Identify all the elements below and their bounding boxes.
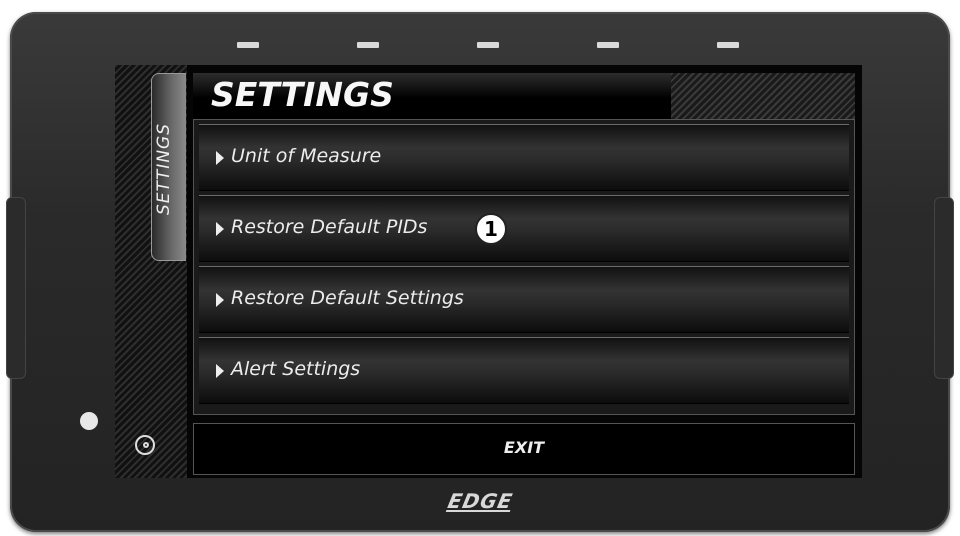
indicator-led-3 <box>477 42 499 48</box>
indicator-led-2 <box>357 42 379 48</box>
side-tab-label: SETTINGS <box>154 123 174 215</box>
light-sensor <box>80 412 98 430</box>
gauge-icon[interactable] <box>135 435 155 455</box>
menu-item-restore-default-pids[interactable]: Restore Default PIDs <box>199 195 849 262</box>
indicator-led-4 <box>597 42 619 48</box>
menu-item-label: Restore Default Settings <box>231 287 464 309</box>
display-screen: SETTINGS SETTINGS Unit of Measure Restor… <box>115 65 862 478</box>
title-bar-hatch <box>671 73 855 119</box>
triangle-right-icon <box>216 222 224 236</box>
menu-item-alert-settings[interactable]: Alert Settings <box>199 337 849 404</box>
brand-logo: EDGE <box>436 488 524 514</box>
exit-label: EXIT <box>503 438 545 457</box>
menu-item-label: Unit of Measure <box>231 145 382 167</box>
menu-item-unit-of-measure[interactable]: Unit of Measure <box>199 124 849 191</box>
page-title: SETTINGS <box>211 75 394 114</box>
left-side-button <box>6 197 26 379</box>
exit-button[interactable]: EXIT <box>193 423 855 475</box>
triangle-right-icon <box>216 293 224 307</box>
menu-item-label: Alert Settings <box>231 358 361 380</box>
brand-logo-text: EDGE <box>445 489 515 513</box>
triangle-right-icon <box>216 151 224 165</box>
menu-item-restore-default-settings[interactable]: Restore Default Settings <box>199 266 849 333</box>
indicator-led-5 <box>717 42 739 48</box>
settings-menu: Unit of Measure Restore Default PIDs Res… <box>193 119 855 415</box>
callout-marker: 1 <box>475 213 507 245</box>
triangle-right-icon <box>216 364 224 378</box>
right-side-button <box>934 197 954 379</box>
indicator-led-1 <box>237 42 259 48</box>
menu-item-label: Restore Default PIDs <box>231 216 428 238</box>
